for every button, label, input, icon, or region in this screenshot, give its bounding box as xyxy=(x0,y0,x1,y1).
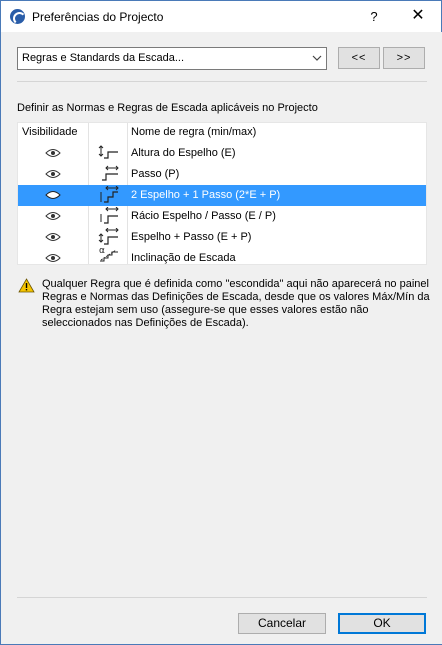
visibility-toggle[interactable] xyxy=(18,248,88,269)
two-riser-going-icon xyxy=(100,186,119,203)
eye-icon xyxy=(45,233,61,241)
rule-name: Altura do Espelho (E) xyxy=(131,147,236,159)
rule-icon-cell xyxy=(89,185,127,206)
archicad-logo-icon xyxy=(10,9,26,25)
warning-icon xyxy=(18,278,35,293)
title-bar: Preferências do Projecto ? ✕ xyxy=(1,1,441,32)
window-title: Preferências do Projecto xyxy=(32,10,164,24)
rule-icon-cell xyxy=(89,164,127,185)
close-button[interactable]: ✕ xyxy=(406,6,430,28)
stair-pitch-icon: α xyxy=(99,246,118,262)
table-row[interactable]: Rácio Espelho / Passo (E / P) xyxy=(18,206,426,227)
rule-icon-cell xyxy=(89,143,127,164)
table-row[interactable]: Altura do Espelho (E) xyxy=(18,143,426,164)
preferences-dialog: Preferências do Projecto ? ✕ Regras e St… xyxy=(0,0,442,645)
rules-table: Visibilidade Nome de regra (min/max) Alt… xyxy=(17,122,427,265)
rule-name: Rácio Espelho / Passo (E / P) xyxy=(131,210,276,222)
dialog-content: Regras e Standards da Escada... << >> De… xyxy=(2,32,442,644)
rule-name: Inclinação de Escada xyxy=(131,252,236,264)
divider xyxy=(17,81,427,82)
eye-icon xyxy=(45,191,61,199)
visibility-toggle[interactable] xyxy=(18,227,88,248)
chevron-down-icon xyxy=(312,51,322,68)
visibility-toggle[interactable] xyxy=(18,143,88,164)
table-header: Visibilidade Nome de regra (min/max) xyxy=(18,123,426,143)
header-visibility: Visibilidade xyxy=(22,126,78,138)
rule-name: Espelho + Passo (E + P) xyxy=(131,231,252,243)
header-rule-name: Nome de regra (min/max) xyxy=(131,126,257,138)
help-button[interactable]: ? xyxy=(362,6,386,28)
preferences-page-select-value: Regras e Standards da Escada... xyxy=(22,52,185,64)
next-page-button[interactable]: >> xyxy=(383,47,425,69)
preferences-page-select[interactable]: Regras e Standards da Escada... xyxy=(17,47,327,70)
rule-icon-cell: α xyxy=(89,246,127,269)
eye-icon xyxy=(45,254,61,262)
previous-page-button[interactable]: << xyxy=(338,47,380,69)
section-description: Definir as Normas e Regras de Escada apl… xyxy=(17,102,318,114)
warning-message: Qualquer Regra que é definida como "esco… xyxy=(42,278,430,329)
cancel-button[interactable]: Cancelar xyxy=(238,613,326,634)
going-icon xyxy=(102,165,119,181)
riser-plus-going-icon xyxy=(98,228,119,245)
svg-text:α: α xyxy=(99,246,105,256)
eye-icon xyxy=(45,212,61,220)
rule-name: Passo (P) xyxy=(131,168,180,180)
table-row[interactable]: Espelho + Passo (E + P) xyxy=(18,227,426,248)
visibility-toggle[interactable] xyxy=(18,164,88,185)
visibility-toggle[interactable] xyxy=(18,185,88,206)
rule-name: 2 Espelho + 1 Passo (2*E + P) xyxy=(131,189,281,201)
eye-icon xyxy=(45,149,61,157)
riser-height-icon xyxy=(98,145,118,159)
riser-going-ratio-icon xyxy=(100,207,119,224)
table-row[interactable]: α Inclinação de Escada xyxy=(18,246,426,265)
visibility-toggle[interactable] xyxy=(18,206,88,227)
table-row[interactable]: 2 Espelho + 1 Passo (2*E + P) xyxy=(18,185,426,206)
table-row[interactable]: Passo (P) xyxy=(18,164,426,185)
ok-button[interactable]: OK xyxy=(338,613,426,634)
divider xyxy=(17,597,427,598)
eye-icon xyxy=(45,170,61,178)
rule-icon-cell xyxy=(89,206,127,227)
